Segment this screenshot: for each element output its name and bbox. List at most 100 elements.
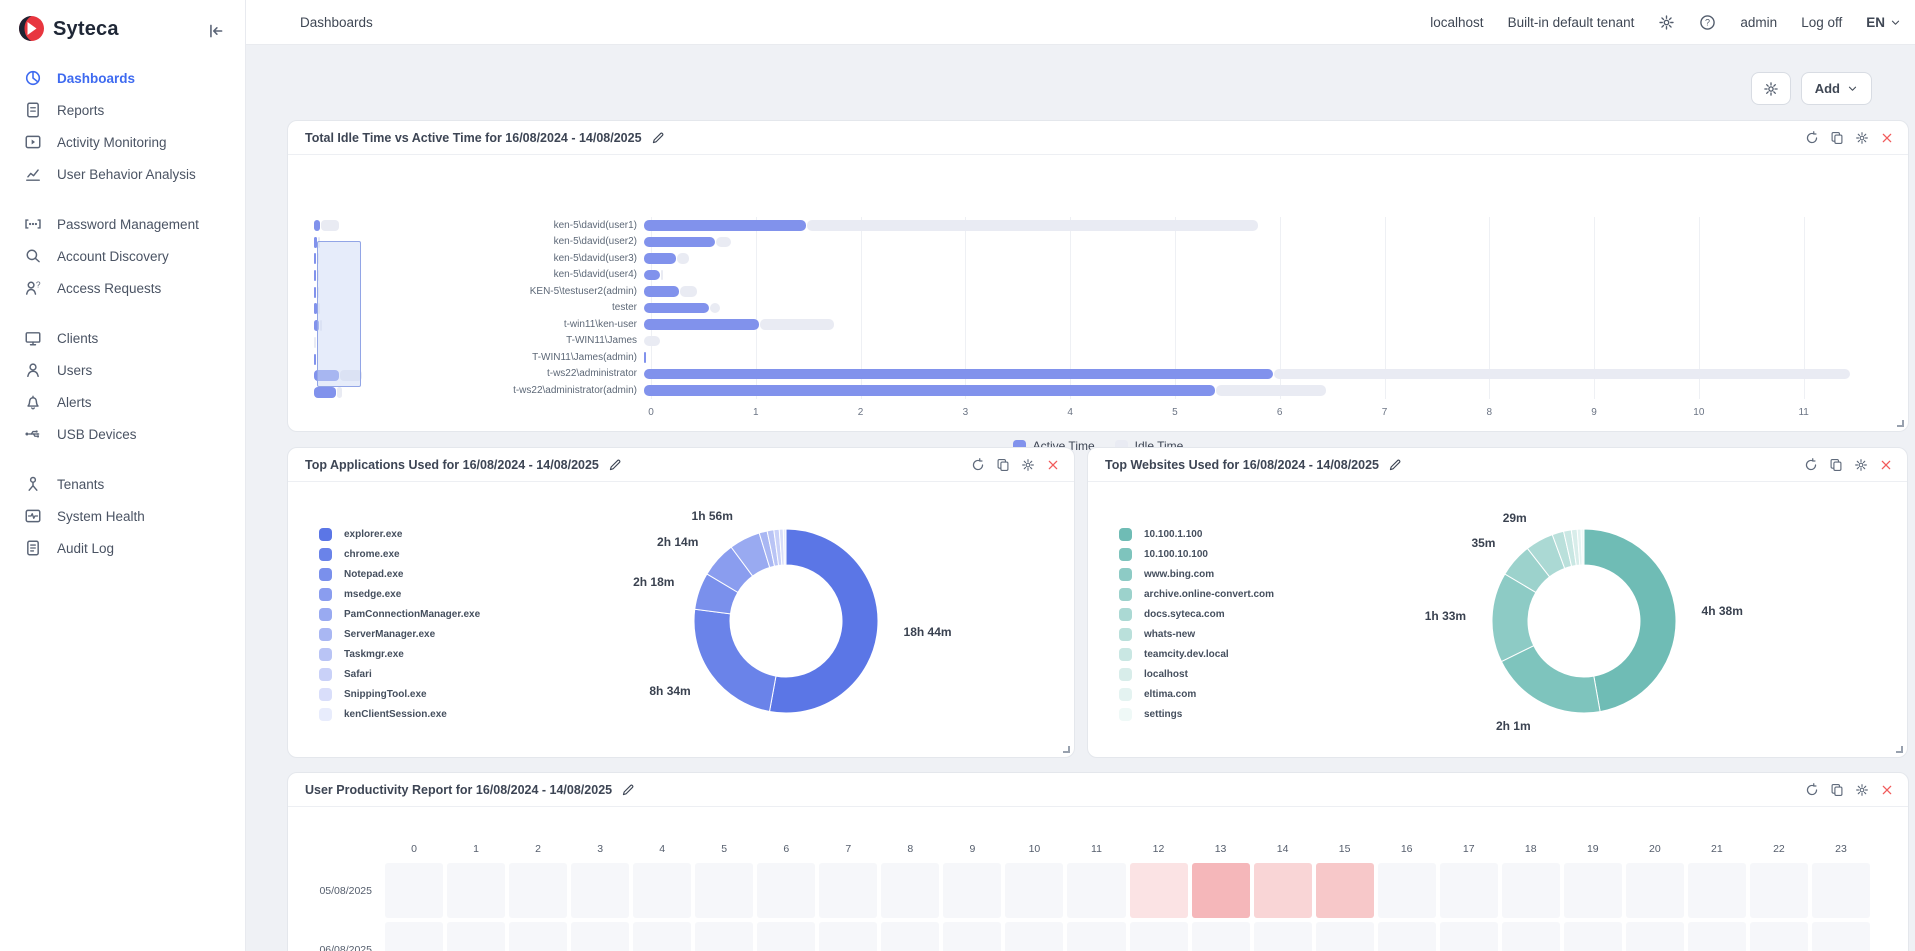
refresh-icon[interactable] <box>1805 131 1819 145</box>
active-time-bar[interactable] <box>644 286 679 297</box>
active-time-bar[interactable] <box>644 270 660 281</box>
heatmap-cell[interactable] <box>1440 863 1498 918</box>
heatmap-cell[interactable] <box>385 922 443 951</box>
heatmap-cell[interactable] <box>1626 922 1684 951</box>
help-icon[interactable] <box>1699 14 1716 31</box>
sidebar-item-access-requests[interactable]: Access Requests <box>0 272 245 304</box>
close-icon[interactable] <box>1879 458 1893 472</box>
heatmap-cell[interactable] <box>385 863 443 918</box>
active-time-bar[interactable] <box>644 237 715 248</box>
heatmap-cell[interactable] <box>1750 922 1808 951</box>
heatmap-cell[interactable] <box>1005 922 1063 951</box>
edit-pencil-icon[interactable] <box>621 783 635 797</box>
heatmap-cell[interactable] <box>1316 922 1374 951</box>
edit-pencil-icon[interactable] <box>651 131 665 145</box>
copy-icon[interactable] <box>1830 783 1844 797</box>
edit-pencil-icon[interactable] <box>1388 458 1402 472</box>
heatmap-cell[interactable] <box>943 863 1001 918</box>
idle-time-bar[interactable] <box>1216 385 1326 396</box>
idle-time-bar[interactable] <box>680 286 698 297</box>
close-icon[interactable] <box>1880 783 1894 797</box>
sidebar-item-clients[interactable]: Clients <box>0 322 245 354</box>
active-time-bar[interactable] <box>644 352 646 363</box>
heatmap-cell[interactable] <box>1005 863 1063 918</box>
heatmap-cell[interactable] <box>509 922 567 951</box>
heatmap-cell[interactable] <box>1626 863 1684 918</box>
heatmap-cell[interactable] <box>1254 863 1312 918</box>
heatmap-cell[interactable] <box>1067 922 1125 951</box>
idle-time-bar[interactable] <box>661 270 663 281</box>
idle-time-bar[interactable] <box>710 303 720 314</box>
resize-handle[interactable] <box>1063 746 1070 753</box>
sidebar-collapse-icon[interactable] <box>207 22 225 40</box>
idle-time-bar[interactable] <box>677 253 689 264</box>
user-menu[interactable]: admin <box>1740 15 1777 30</box>
heatmap-cell[interactable] <box>1502 922 1560 951</box>
copy-icon[interactable] <box>1830 131 1844 145</box>
close-icon[interactable] <box>1046 458 1060 472</box>
heatmap-cell[interactable] <box>1130 922 1188 951</box>
heatmap-cell[interactable] <box>819 922 877 951</box>
sidebar-item-audit-log[interactable]: Audit Log <box>0 532 245 564</box>
active-time-bar[interactable] <box>644 385 1215 396</box>
sidebar-item-tenants[interactable]: Tenants <box>0 468 245 500</box>
active-time-bar[interactable] <box>644 220 806 231</box>
host-link[interactable]: localhost <box>1430 15 1483 30</box>
heatmap-cell[interactable] <box>1688 863 1746 918</box>
heatmap-cell[interactable] <box>695 922 753 951</box>
settings-gear-icon[interactable] <box>1658 14 1675 31</box>
idle-time-bar[interactable] <box>644 336 660 347</box>
copy-icon[interactable] <box>996 458 1010 472</box>
heatmap-cell[interactable] <box>757 922 815 951</box>
heatmap-cell[interactable] <box>509 863 567 918</box>
widget-gear-icon[interactable] <box>1854 458 1868 472</box>
heatmap-cell[interactable] <box>1440 922 1498 951</box>
heatmap-cell[interactable] <box>1688 922 1746 951</box>
heatmap-cell[interactable] <box>695 863 753 918</box>
active-time-bar[interactable] <box>644 369 1273 380</box>
heatmap-cell[interactable] <box>1316 863 1374 918</box>
sidebar-item-system-health[interactable]: System Health <box>0 500 245 532</box>
donut-slice[interactable] <box>694 609 776 711</box>
heatmap-cell[interactable] <box>1812 863 1870 918</box>
donut-slice[interactable] <box>1501 646 1600 713</box>
heatmap-cell[interactable] <box>633 922 691 951</box>
widget-gear-icon[interactable] <box>1855 783 1869 797</box>
widget-gear-icon[interactable] <box>1855 131 1869 145</box>
heatmap-cell[interactable] <box>571 922 629 951</box>
heatmap-cell[interactable] <box>1130 863 1188 918</box>
copy-icon[interactable] <box>1829 458 1843 472</box>
active-time-bar[interactable] <box>644 303 709 314</box>
sidebar-item-users[interactable]: Users <box>0 354 245 386</box>
sidebar-item-alerts[interactable]: Alerts <box>0 386 245 418</box>
heatmap-cell[interactable] <box>881 863 939 918</box>
edit-pencil-icon[interactable] <box>608 458 622 472</box>
donut-slice[interactable] <box>1584 529 1676 712</box>
heatmap-cell[interactable] <box>1502 863 1560 918</box>
sidebar-item-usb-devices[interactable]: USB Devices <box>0 418 245 450</box>
refresh-icon[interactable] <box>971 458 985 472</box>
logoff-link[interactable]: Log off <box>1801 15 1842 30</box>
refresh-icon[interactable] <box>1804 458 1818 472</box>
idle-time-bar[interactable] <box>807 220 1258 231</box>
heatmap-cell[interactable] <box>1254 922 1312 951</box>
heatmap-cell[interactable] <box>1750 863 1808 918</box>
sidebar-item-reports[interactable]: Reports <box>0 94 245 126</box>
heatmap-cell[interactable] <box>1812 922 1870 951</box>
language-selector[interactable]: EN <box>1866 15 1901 30</box>
idle-time-bar[interactable] <box>760 319 833 330</box>
refresh-icon[interactable] <box>1805 783 1819 797</box>
resize-handle[interactable] <box>1897 420 1904 427</box>
heatmap-cell[interactable] <box>1067 863 1125 918</box>
widget-gear-icon[interactable] <box>1021 458 1035 472</box>
sidebar-item-activity-monitoring[interactable]: Activity Monitoring <box>0 126 245 158</box>
tenant-link[interactable]: Built-in default tenant <box>1508 15 1635 30</box>
sidebar-item-password-management[interactable]: Password Management <box>0 208 245 240</box>
close-icon[interactable] <box>1880 131 1894 145</box>
heatmap-cell[interactable] <box>1192 863 1250 918</box>
heatmap-cell[interactable] <box>571 863 629 918</box>
sidebar-item-dashboards[interactable]: Dashboards <box>0 62 245 94</box>
heatmap-cell[interactable] <box>1378 863 1436 918</box>
dashboard-settings-button[interactable] <box>1751 72 1791 105</box>
heatmap-cell[interactable] <box>819 863 877 918</box>
